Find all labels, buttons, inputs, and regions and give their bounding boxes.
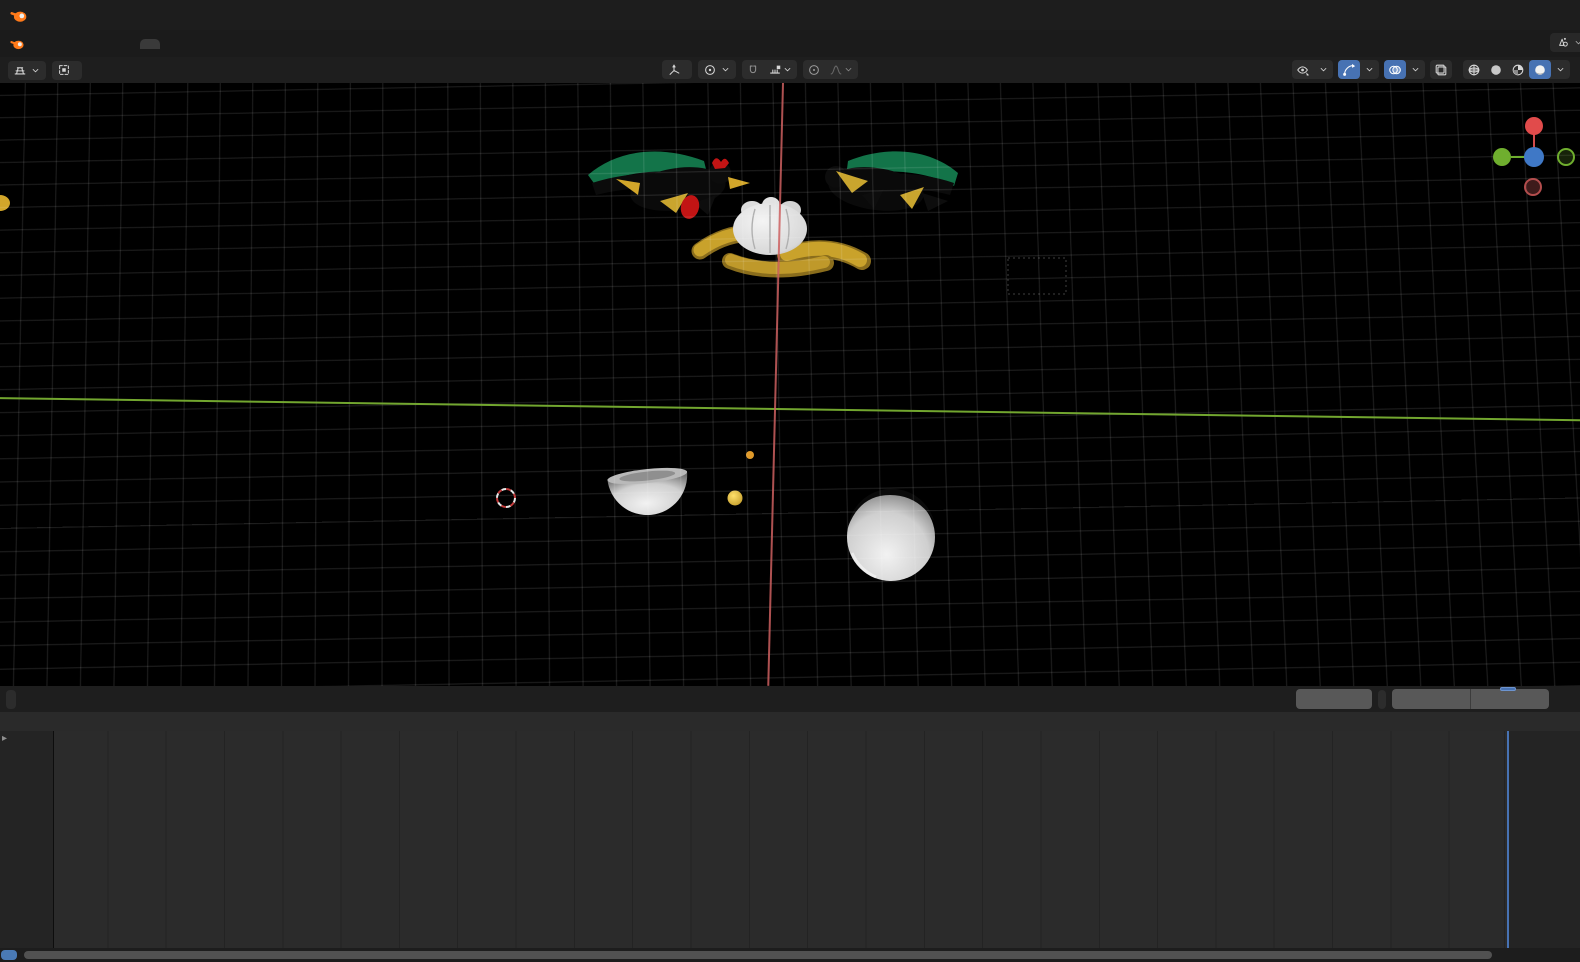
visibility-icon[interactable] (1292, 60, 1314, 79)
scrollbar-blue-cap[interactable] (1, 950, 17, 960)
menu-edit[interactable] (47, 40, 65, 48)
topbar (0, 30, 1580, 58)
workspace-tab-rendering-001[interactable] (382, 39, 402, 49)
menu-render[interactable] (65, 40, 83, 48)
workspace-tab-geometry-nodes[interactable] (338, 39, 358, 49)
menu-help[interactable] (101, 40, 119, 48)
menu-window[interactable] (83, 40, 101, 48)
shading-mode-group (1463, 60, 1570, 79)
title-bar (0, 0, 1580, 31)
chevron-down-icon[interactable] (1406, 60, 1425, 79)
workspace-tab-scripting[interactable] (360, 39, 380, 49)
viewport-menu-object[interactable] (148, 66, 166, 74)
workspace-tab-layout[interactable] (140, 38, 160, 49)
navigation-gizmo[interactable] (1486, 111, 1580, 207)
chevron-down-icon (1573, 37, 1580, 48)
scrollbar-thumb[interactable] (24, 951, 1492, 959)
blender-menu-icon[interactable] (10, 36, 25, 51)
playhead-badge[interactable] (1500, 687, 1516, 691)
gizmos-toggle-group (1338, 60, 1379, 79)
stopwatch-icon[interactable] (1378, 689, 1386, 709)
frame-zero-line (53, 731, 54, 948)
gizmo-axis-x-neg[interactable] (1524, 178, 1542, 196)
object-mode-dropdown[interactable] (52, 60, 82, 80)
overlays-toggle-group (1384, 60, 1425, 79)
playhead-line[interactable] (1507, 731, 1509, 948)
gizmo-axis-y[interactable] (1493, 148, 1511, 166)
workspace-tabs (139, 38, 425, 49)
solid-shading-icon[interactable] (1485, 60, 1507, 79)
topbar-menus (29, 40, 119, 48)
gizmo-axis-z[interactable] (1524, 147, 1544, 167)
frame-range-band (54, 731, 1509, 948)
current-frame-field[interactable] (1296, 689, 1372, 709)
menu-file[interactable] (29, 40, 47, 48)
editor-type-dropdown[interactable] (8, 60, 46, 80)
pivot-point-dropdown[interactable] (698, 60, 736, 79)
transform-controls (662, 60, 858, 79)
xray-icon[interactable] (1430, 60, 1452, 79)
snap-magnet-icon[interactable] (742, 60, 764, 79)
chevron-down-icon[interactable] (1360, 60, 1379, 79)
end-frame-field[interactable] (1471, 689, 1549, 709)
gizmo-axis-y-neg[interactable] (1557, 148, 1575, 166)
falloff-curve-dropdown[interactable] (825, 60, 858, 79)
gizmo-axis-x[interactable] (1525, 117, 1543, 135)
viewport-menu-view[interactable] (94, 66, 112, 74)
viewport-header (0, 57, 1580, 84)
timeline-ruler[interactable] (0, 712, 1580, 731)
gizmos-icon[interactable] (1338, 60, 1360, 79)
timeline-scrollbar[interactable] (0, 948, 1580, 962)
blender-logo-icon (10, 6, 28, 24)
workspace-tab-animation[interactable] (272, 39, 292, 49)
blender-window: ▸ (0, 0, 1580, 962)
cursor-3d (496, 488, 516, 508)
workspace-tab-uv-editing[interactable] (206, 39, 226, 49)
viewport-menu-add[interactable] (130, 66, 148, 74)
rendered-shading-icon[interactable] (1529, 60, 1551, 79)
viewport-menus (94, 66, 166, 74)
timeline-track[interactable]: ▸ (0, 731, 1580, 948)
transform-orientation-icon (667, 63, 681, 77)
chevron-down-icon[interactable] (1551, 60, 1570, 79)
proportional-editing-icon[interactable] (803, 60, 825, 79)
frame-range-controls (1296, 689, 1549, 709)
timeline-editor-type-dropdown[interactable] (6, 689, 16, 709)
gizmo-y-line (1511, 156, 1525, 158)
timeline-editor: ▸ (0, 686, 1580, 962)
viewport-3d[interactable] (0, 83, 1580, 686)
workspace-tab-sculpting[interactable] (184, 39, 204, 49)
object-mode-icon (57, 63, 71, 77)
snap-target-dropdown[interactable] (764, 60, 797, 79)
workspace-tab--[interactable] (404, 39, 424, 49)
xray-toggle-group (1430, 60, 1452, 79)
channel-expander-icon[interactable]: ▸ (2, 733, 7, 744)
workspace-tab-rendering[interactable] (294, 39, 314, 49)
viewport-grid (0, 83, 1580, 686)
workspace-tab-shading[interactable] (250, 39, 270, 49)
proportional-editing-controls[interactable] (803, 60, 858, 79)
timeline-header (0, 686, 1580, 713)
material-preview-shading-icon[interactable] (1507, 60, 1529, 79)
workspace-tab-modeling[interactable] (162, 39, 182, 49)
start-frame-field[interactable] (1392, 689, 1470, 709)
overlays-icon[interactable] (1384, 60, 1406, 79)
viewport-display-controls (1292, 60, 1570, 79)
scene-selector[interactable] (1550, 33, 1580, 52)
workspace-tab-texture-paint[interactable] (228, 39, 248, 49)
visibility-toggle-group (1292, 60, 1333, 79)
chevron-down-icon[interactable] (1314, 60, 1333, 79)
workspace-tab-compositing[interactable] (316, 39, 336, 49)
snap-controls[interactable] (742, 60, 797, 79)
wireframe-shading-icon[interactable] (1463, 60, 1485, 79)
transform-orientation-dropdown[interactable] (662, 60, 692, 79)
viewport-menu-select[interactable] (112, 66, 130, 74)
scene-icon (1556, 36, 1569, 49)
